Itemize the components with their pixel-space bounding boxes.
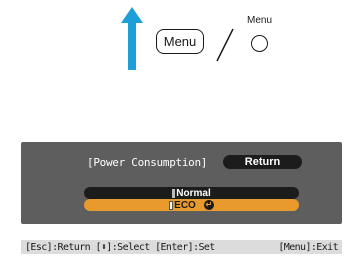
option-marker-icon (172, 188, 176, 198)
option-normal-label: Normal (176, 187, 211, 199)
option-eco[interactable]: ECO ↵ (84, 199, 299, 211)
panel-title: [Power Consumption] (87, 156, 208, 169)
up-arrow-icon (121, 7, 143, 70)
help-bar-exit: [Menu]:Exit (278, 241, 338, 253)
menu-button-label: Menu (163, 34, 197, 49)
option-normal[interactable]: Normal (84, 187, 299, 199)
option-eco-label: ECO (174, 199, 196, 211)
projector-menu-label: Menu (247, 15, 273, 26)
remote-menu-button[interactable]: Menu (156, 29, 204, 54)
projector-menu-button[interactable] (251, 35, 268, 52)
return-button[interactable]: Return (223, 155, 302, 169)
or-slash-icon (216, 28, 234, 62)
help-bar-keys: [Esc]:Return [⬍]:Select [Enter]:Set (25, 241, 215, 253)
enter-icon: ↵ (203, 200, 214, 210)
help-bar: [Esc]:Return [⬍]:Select [Enter]:Set [Men… (21, 240, 342, 254)
selected-marker-icon (169, 200, 174, 210)
return-button-label: Return (244, 156, 281, 168)
